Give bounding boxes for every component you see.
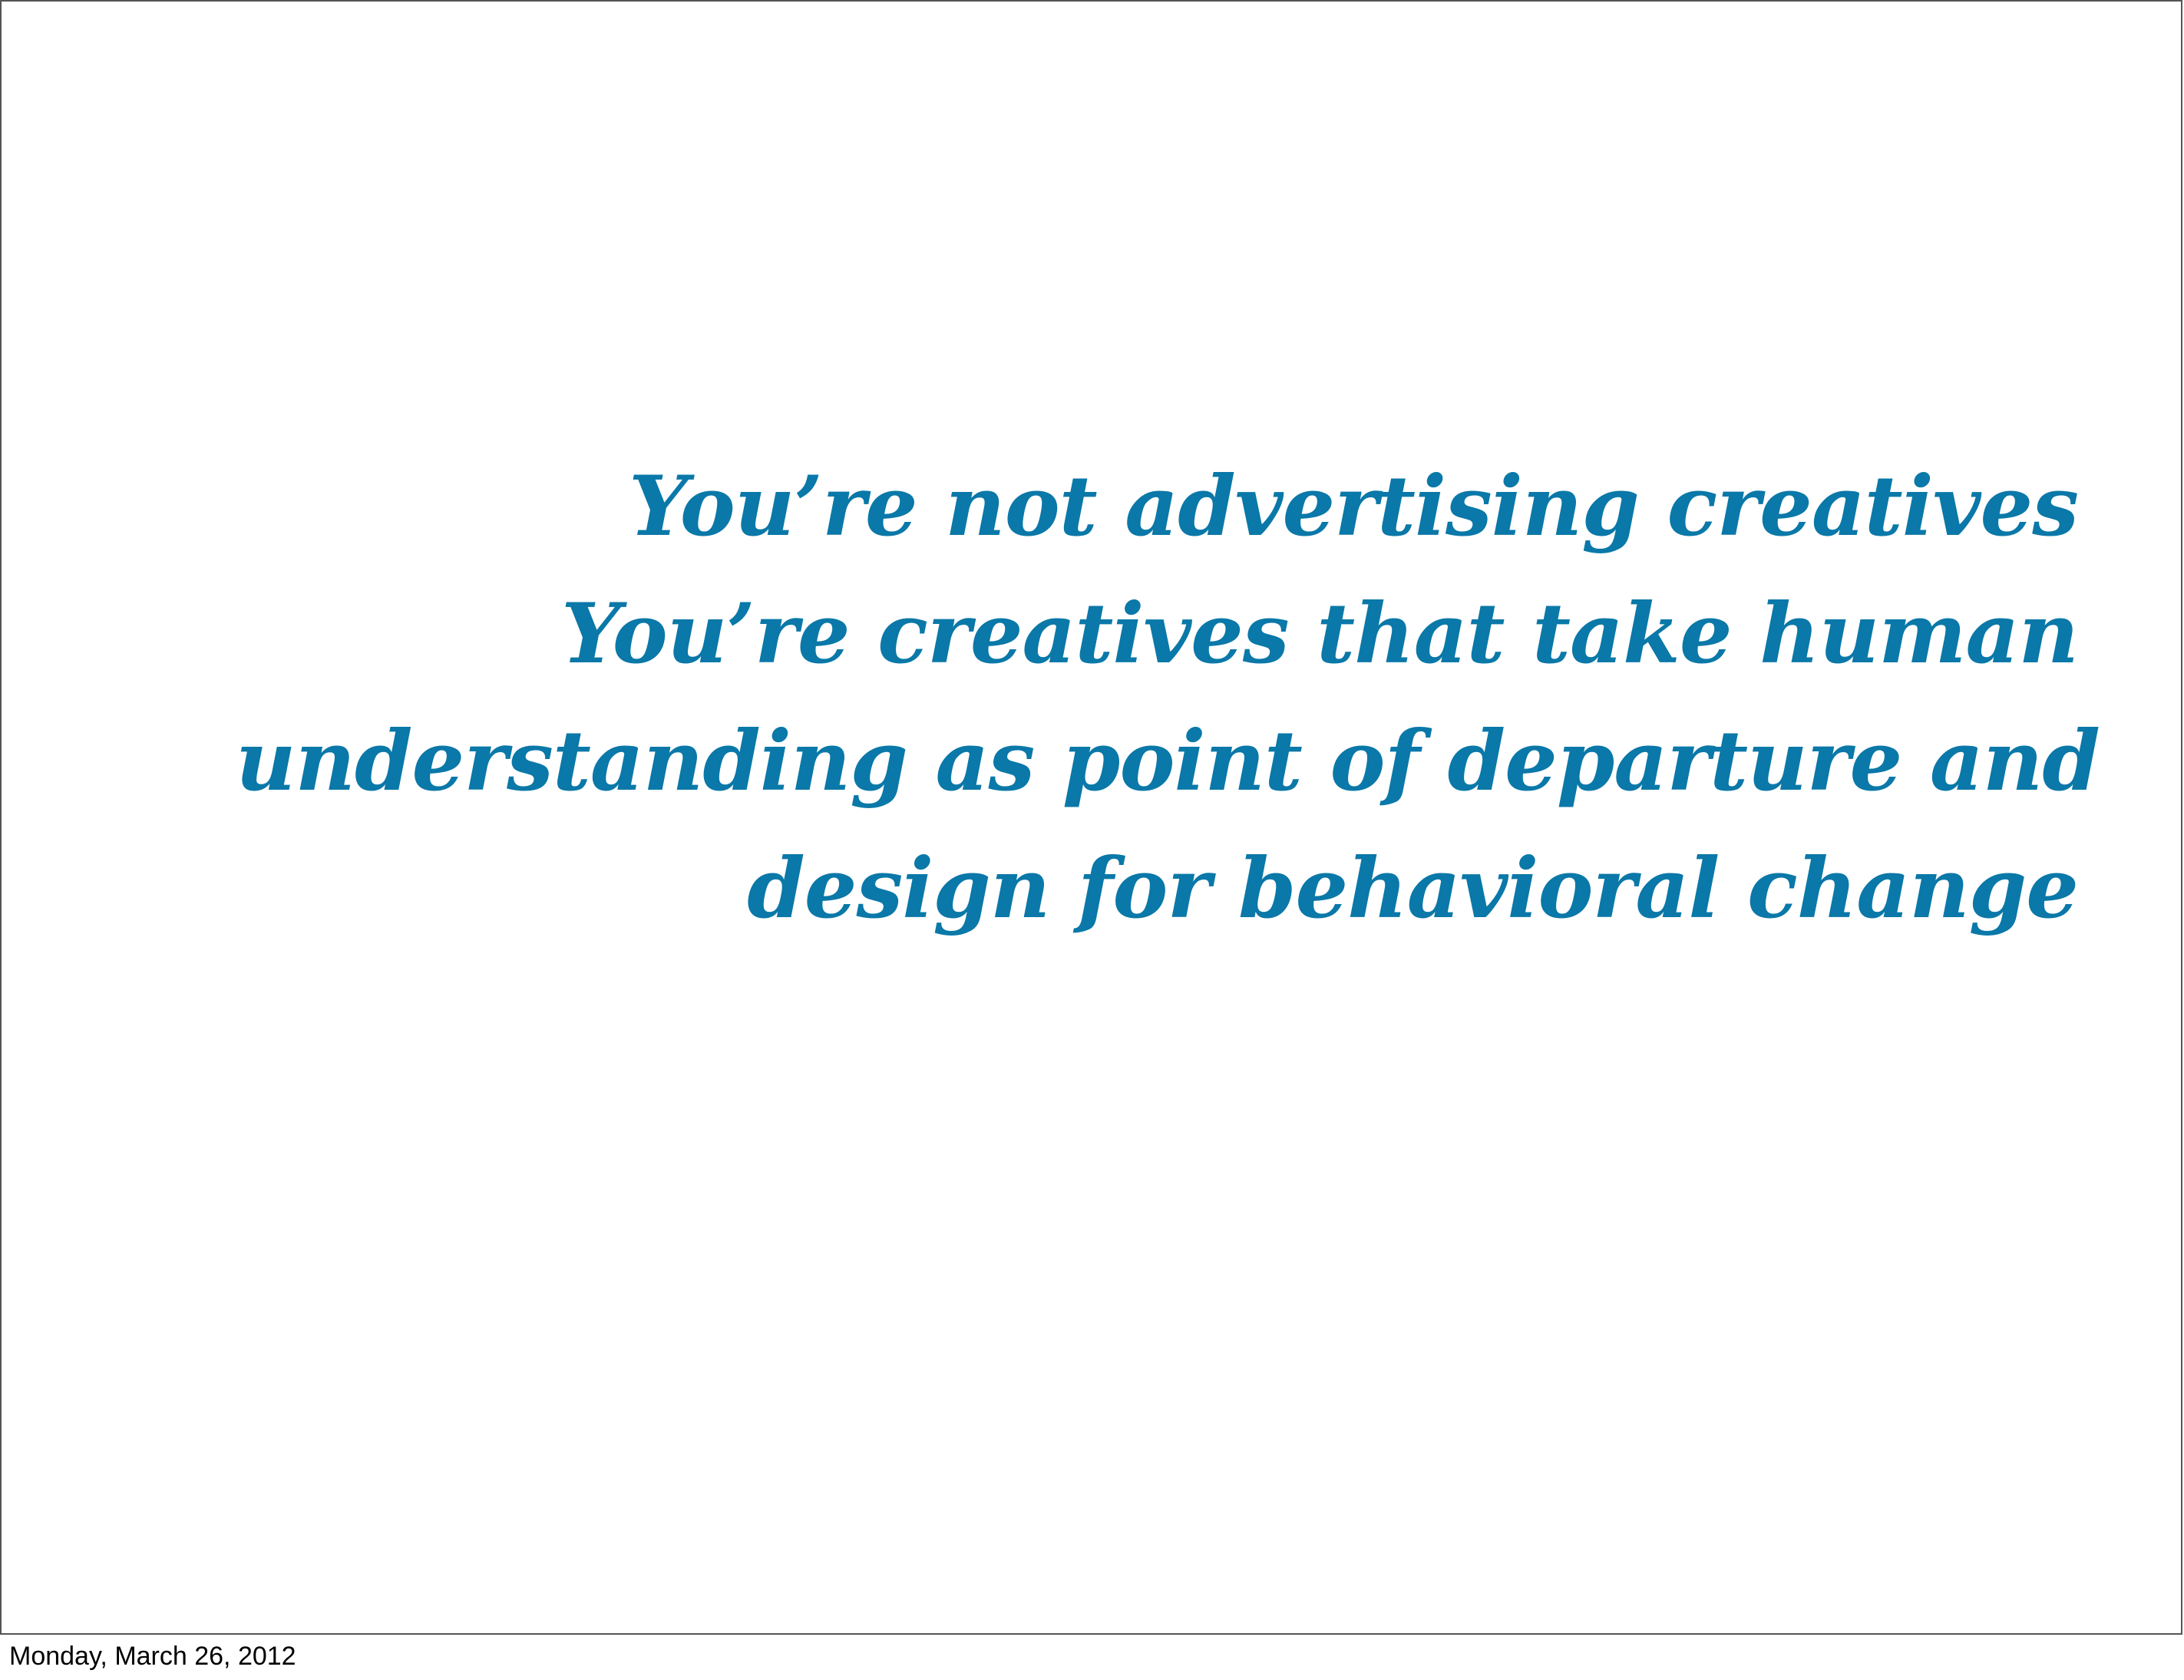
quote-line-4: design for behavioral change xyxy=(747,840,2079,937)
quote-line-1: You’re not advertising creatives xyxy=(629,458,2079,555)
slide-quote: You’re not advertising creatives You’re … xyxy=(236,443,2100,952)
quote-line-2: You’re creatives that take human xyxy=(561,586,2079,682)
slide: You’re not advertising creatives You’re … xyxy=(0,0,2182,1635)
quote-line-3: understanding as point of departure and xyxy=(236,713,2100,810)
footer-date: Monday, March 26, 2012 xyxy=(9,1642,296,1671)
